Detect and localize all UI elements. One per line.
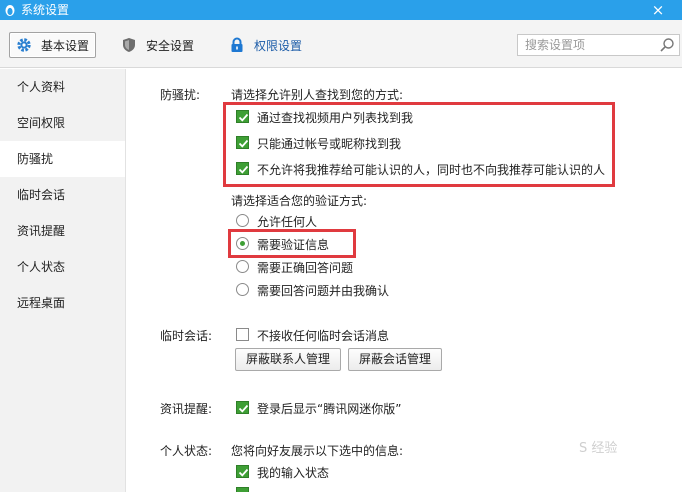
lock-icon — [231, 37, 243, 52]
sidebar-item-remote-desktop[interactable]: 远程桌面 — [0, 285, 125, 321]
sidebar-item-anti-harassment[interactable]: 防骚扰 — [0, 141, 125, 177]
shield-icon — [123, 38, 135, 52]
section-label-anti-harassment: 防骚扰: — [160, 88, 201, 102]
sidebar-item-temp-session[interactable]: 临时会话 — [0, 177, 125, 213]
find-method-prompt: 请选择允许别人查找到您的方式: — [231, 88, 404, 102]
search-input[interactable] — [518, 35, 648, 55]
window-title: 系统设置 — [21, 3, 70, 17]
penguin-icon — [5, 5, 15, 16]
sidebar-item-space-permission[interactable]: 空间权限 — [0, 105, 125, 141]
blocked-contacts-button[interactable]: 屏蔽联系人管理 — [235, 348, 342, 371]
search-icon[interactable] — [659, 37, 675, 53]
checkbox-status-next[interactable] — [236, 487, 249, 492]
sidebar-item-profile[interactable]: 个人资料 — [0, 69, 125, 105]
gear-icon — [17, 38, 31, 52]
tab-basic-settings[interactable]: 基本设置 — [9, 32, 96, 58]
settings-content: 防骚扰: 请选择允许别人查找到您的方式: 通过查找视频用户列表找到我 只能通过帐… — [127, 69, 682, 492]
close-icon[interactable]: × — [646, 1, 670, 19]
option-label: 不允许将我推荐给可能认识的人，同时也不向我推荐可能认识的人 — [257, 163, 606, 177]
search-field[interactable] — [517, 34, 680, 56]
radio-allow-anyone[interactable] — [236, 214, 249, 227]
option-label: 需要验证信息 — [257, 238, 330, 252]
sidebar: 个人资料 空间权限 防骚扰 临时会话 资讯提醒 个人状态 远程桌面 — [0, 69, 126, 492]
check-icon — [238, 113, 249, 122]
checkbox-reject-temp-messages[interactable] — [236, 328, 249, 341]
radio-require-verification[interactable] — [236, 237, 249, 250]
title-bar: 系统设置 × — [0, 0, 682, 20]
checkbox-account-or-nickname[interactable] — [236, 136, 249, 149]
check-icon — [238, 468, 249, 477]
option-label: 只能通过帐号或昵称找到我 — [257, 137, 402, 151]
radio-correct-answer[interactable] — [236, 260, 249, 273]
option-label: 需要回答问题并由我确认 — [257, 284, 390, 298]
tab-security-settings[interactable]: 安全设置 — [121, 32, 194, 58]
check-icon — [238, 165, 249, 174]
toolbar: 基本设置 安全设置 权限设置 — [0, 20, 682, 68]
sidebar-item-personal-status[interactable]: 个人状态 — [0, 249, 125, 285]
tab-permission-settings[interactable]: 权限设置 — [229, 32, 302, 58]
tab-label: 权限设置 — [254, 38, 303, 53]
section-label-temp-session: 临时会话: — [160, 329, 213, 343]
verify-method-prompt: 请选择适合您的验证方式: — [231, 194, 368, 208]
radio-answer-and-confirm[interactable] — [236, 283, 249, 296]
section-label-personal-status: 个人状态: — [160, 444, 213, 458]
checkbox-no-recommend[interactable] — [236, 162, 249, 175]
blocked-sessions-button[interactable]: 屏蔽会话管理 — [348, 348, 443, 371]
tab-label: 安全设置 — [146, 38, 195, 53]
option-label: 通过查找视频用户列表找到我 — [257, 111, 414, 125]
checkbox-video-user-list[interactable] — [236, 110, 249, 123]
check-icon — [238, 139, 249, 148]
option-label: 我的输入状态 — [257, 466, 330, 480]
tab-label: 基本设置 — [41, 38, 90, 53]
option-label: 允许任何人 — [257, 215, 318, 229]
status-prompt: 您将向好友展示以下选中的信息: — [231, 444, 404, 458]
section-label-news-alert: 资讯提醒: — [160, 402, 213, 416]
check-icon — [238, 404, 249, 413]
option-label: 需要正确回答问题 — [257, 261, 354, 275]
watermark: S 经验 — [579, 441, 618, 456]
option-label: 不接收任何临时会话消息 — [257, 329, 390, 343]
sidebar-item-news-alert[interactable]: 资讯提醒 — [0, 213, 125, 249]
checkbox-typing-status[interactable] — [236, 465, 249, 478]
option-label: 登录后显示“腾讯网迷你版” — [257, 402, 402, 416]
checkbox-show-mini-news[interactable] — [236, 401, 249, 414]
